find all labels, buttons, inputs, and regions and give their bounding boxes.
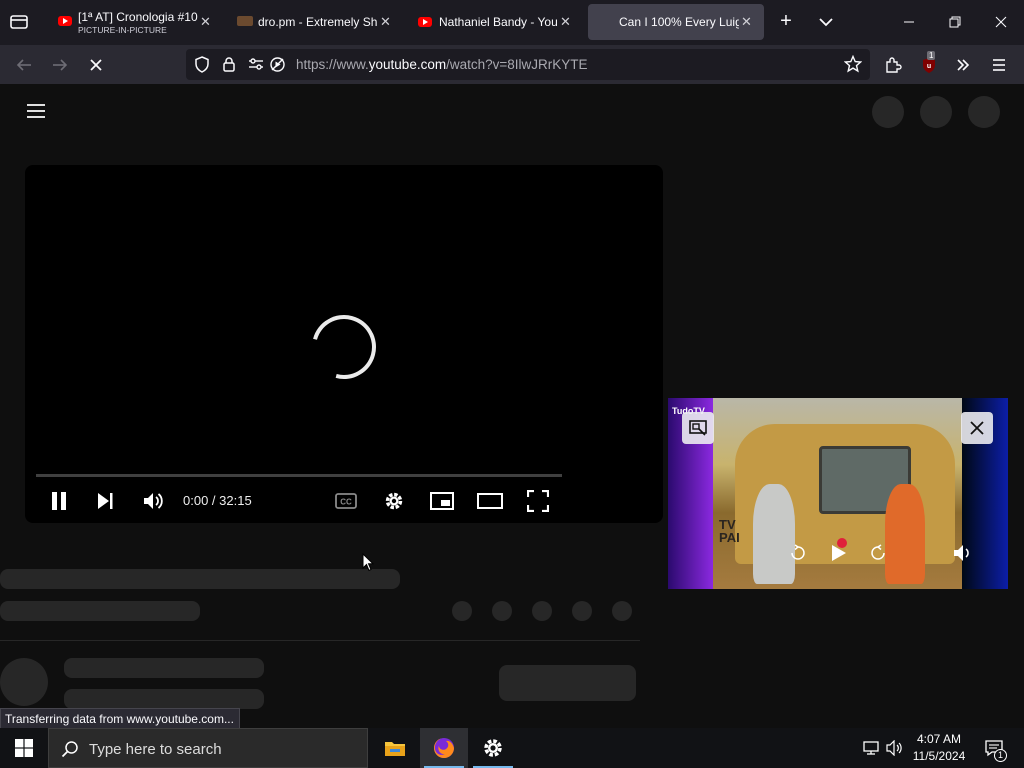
address-bar[interactable]: https://www.youtube.com/watch?v=8IlwJRrK… [186,49,870,80]
speaker-icon[interactable] [884,728,904,768]
url-text[interactable]: https://www.youtube.com/watch?v=8IlwJRrK… [296,57,588,72]
url-path: /watch?v=8IlwJRrKYTE [446,57,588,72]
clock-date: 11/5/2024 [912,749,966,763]
shield-icon[interactable] [194,56,210,78]
miniplayer-icon[interactable] [427,485,457,517]
settings-gear-icon[interactable] [469,728,517,768]
windows-start-button[interactable] [0,728,48,768]
divider [0,640,640,641]
tab-luigi[interactable]: Can I 100% Every Luigi ✕ [588,4,764,40]
restore-button[interactable] [932,0,978,44]
pip-video-sign: TV PAI [719,517,740,545]
video-player[interactable]: 0:00 / 32:15 CC [25,165,663,523]
tab-list-icon[interactable] [8,12,30,32]
lock-icon[interactable] [222,56,236,78]
owner-subs-placeholder [64,689,264,709]
stop-loading-icon[interactable] [84,45,108,84]
channel-placeholder [0,601,200,621]
tab-subtitle: PICTURE-IN-PICTURE [78,25,167,35]
tab-title: Nathaniel Bandy - You [439,15,557,29]
action-placeholder-circle [612,601,632,621]
action-placeholder-circle [532,601,552,621]
pip-seek-forward-icon[interactable] [868,541,888,565]
settings-gear-icon[interactable] [379,485,409,517]
dro-icon [237,16,253,26]
pip-back-to-tab-button[interactable] [682,412,714,444]
hamburger-menu-icon[interactable] [988,45,1010,84]
subscribe-placeholder [499,665,636,701]
network-icon[interactable] [860,728,882,768]
theater-mode-icon[interactable] [475,485,505,517]
minimize-button[interactable] [886,0,932,44]
subtitles-icon[interactable]: CC [331,485,361,517]
tab-strip: [1ª AT] Cronologia #10 PICTURE-IN-PICTUR… [0,0,1024,45]
action-placeholder-circle [452,601,472,621]
navigation-toolbar: https://www.youtube.com/watch?v=8IlwJRrK… [0,45,1024,84]
header-placeholder-circle [968,96,1000,128]
close-tab-icon[interactable]: ✕ [200,14,211,30]
mouse-cursor-icon [362,552,375,577]
guide-menu-icon[interactable] [26,103,46,124]
picture-in-picture-window[interactable]: TudoTV TV PAI [668,398,1008,589]
close-tab-icon[interactable]: ✕ [560,14,571,30]
chevron-down-icon[interactable] [816,12,836,32]
ublock-extension-icon[interactable]: u 1 [918,45,940,84]
search-placeholder: Type here to search [89,741,222,758]
youtube-icon [418,17,432,27]
tab-title: dro.pm - Extremely Sh [258,15,378,29]
status-bar: Transferring data from www.youtube.com..… [0,708,240,729]
tab-cronologia[interactable]: [1ª AT] Cronologia #10 PICTURE-IN-PICTUR… [50,4,218,40]
fullscreen-icon[interactable] [523,485,553,517]
tab-nathaniel[interactable]: Nathaniel Bandy - You ✕ [410,4,580,40]
search-icon [61,740,79,763]
header-placeholder-circle [872,96,904,128]
svg-text:u: u [927,63,931,70]
taskbar-search-box[interactable]: Type here to search [48,728,368,768]
tab-title: Can I 100% Every Luigi [619,15,739,29]
file-explorer-icon[interactable] [371,728,419,768]
next-video-button[interactable] [91,485,119,517]
forward-arrow-icon[interactable] [48,45,72,84]
pip-volume-icon[interactable] [952,541,974,565]
svg-text:CC: CC [340,498,352,507]
tab-title: [1ª AT] Cronologia #10 [78,10,198,24]
title-placeholder [0,569,400,589]
header-placeholder-circle [920,96,952,128]
action-placeholder-circle [492,601,512,621]
time-display: 0:00 / 32:15 [183,493,252,508]
youtube-icon [58,16,72,26]
pip-close-button[interactable] [961,412,993,444]
star-icon[interactable] [843,54,863,78]
close-window-button[interactable] [978,0,1024,44]
close-tab-icon[interactable]: ✕ [741,14,752,30]
pip-video-child-left [753,484,795,584]
pip-seek-back-icon[interactable] [788,541,808,565]
volume-icon[interactable] [138,485,168,517]
windows-taskbar: Type here to search 4:07 AM 11/5/2024 1 [0,728,1024,768]
close-tab-icon[interactable]: ✕ [380,14,391,30]
url-domain: youtube.com [368,57,447,72]
chevron-double-right-icon[interactable] [952,45,974,84]
pip-video-child-right [885,484,925,584]
notification-count-badge: 1 [994,749,1007,762]
avatar-placeholder [0,658,48,706]
pause-button[interactable] [45,485,73,517]
owner-name-placeholder [64,658,264,678]
pip-play-icon[interactable] [829,541,849,565]
loading-spinner [300,303,388,391]
progress-bar[interactable] [36,474,562,477]
new-tab-button[interactable]: + [776,11,796,32]
notification-center-icon[interactable]: 1 [980,728,1008,768]
firefox-icon[interactable] [420,728,468,768]
clock-time: 4:07 AM [916,732,962,746]
extension-badge: 1 [927,51,936,60]
extensions-puzzle-icon[interactable] [882,45,904,84]
permissions-icon[interactable] [248,57,264,76]
tab-dro[interactable]: dro.pm - Extremely Sh ✕ [228,4,398,40]
autoplay-blocked-icon[interactable] [269,56,286,78]
url-prefix: https://www. [296,57,369,72]
action-placeholder-circle [572,601,592,621]
back-arrow-icon[interactable] [12,45,36,84]
taskbar-clock[interactable]: 4:07 AM 11/5/2024 [908,731,970,765]
